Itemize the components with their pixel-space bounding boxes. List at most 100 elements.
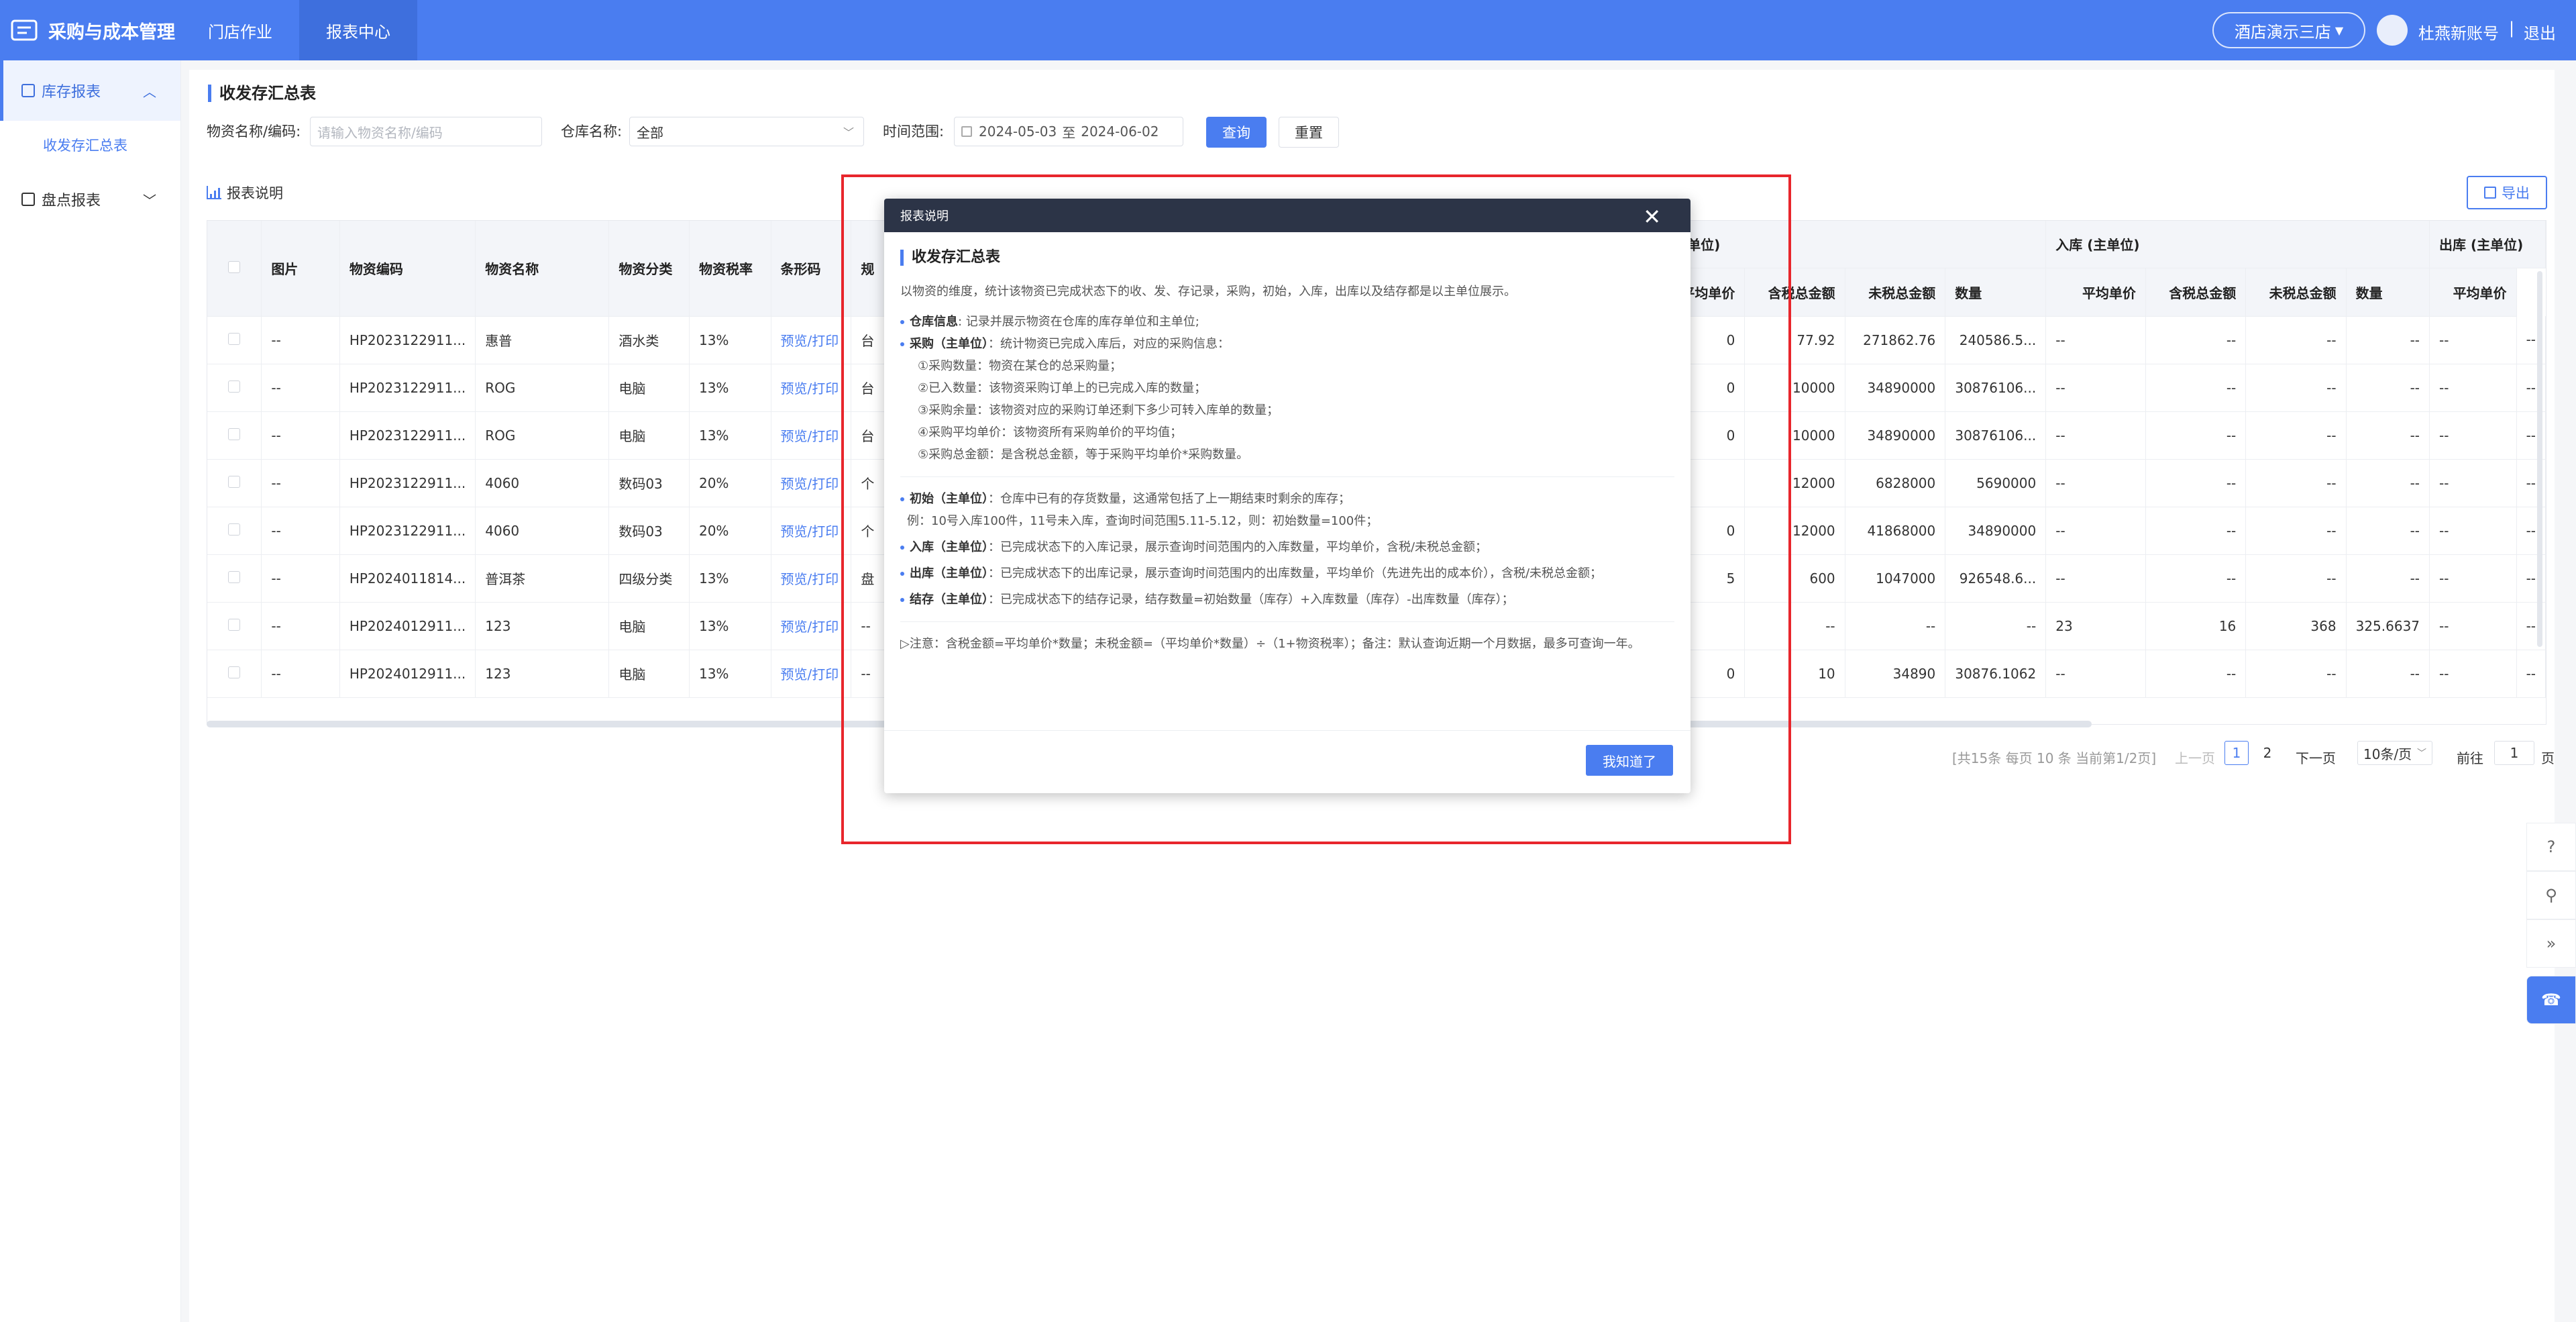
outbound-desc: ：已完成状态下的出库记录，展示查询时间范围内的出库数量，平均单价（先进先出的成本… — [988, 566, 1603, 580]
cell-bar[interactable]: 预览/打印 — [771, 411, 852, 460]
row-checkbox[interactable] — [228, 475, 241, 488]
double-chevron-right-icon[interactable]: » — [2526, 919, 2576, 968]
cell-o-avg: -- — [2516, 650, 2546, 698]
row-select-cell[interactable] — [207, 507, 262, 555]
bullet — [900, 320, 904, 324]
nav-report-center[interactable]: 报表中心 — [299, 0, 417, 60]
cell-bar[interactable]: 预览/打印 — [771, 316, 852, 364]
cell-p-notax: 926548.6... — [1945, 554, 2047, 603]
page-size-select[interactable]: 10条/页 ﹀ — [2357, 741, 2432, 765]
report-icon — [21, 193, 35, 206]
export-button[interactable]: 导出 — [2467, 176, 2547, 209]
sidebar-item-summary[interactable]: 收发存汇总表 — [0, 121, 180, 169]
query-button[interactable]: 查询 — [1206, 117, 1267, 148]
col-header-inbound-notax: 未税总金额 — [2245, 268, 2347, 317]
help-icon[interactable]: ? — [2526, 823, 2576, 871]
store-selector[interactable]: 酒店演示三店 ▼ — [2212, 12, 2365, 48]
purchase-term: 采购（主单位） — [910, 337, 988, 351]
modal-warehouse-line: 仓库信息: 记录并展示物资在仓库的库存单位和主单位; — [900, 311, 1674, 333]
cell-bar[interactable]: 预览/打印 — [771, 602, 852, 650]
vertical-scrollbar[interactable] — [2537, 271, 2542, 647]
col-header-inbound-avg: 平均单价 — [2045, 268, 2146, 317]
row-checkbox[interactable] — [228, 666, 241, 678]
goto-page-input[interactable]: 1 — [2494, 741, 2534, 765]
next-page-button[interactable]: 下一页 — [2296, 748, 2336, 767]
row-checkbox[interactable] — [228, 523, 241, 536]
warehouse-term: 仓库信息 — [910, 315, 958, 329]
cell-bar[interactable]: 预览/打印 — [771, 364, 852, 412]
cell-i-tax: -- — [2245, 411, 2347, 460]
bullet — [900, 598, 904, 602]
chart-icon — [207, 186, 221, 199]
row-checkbox[interactable] — [228, 570, 241, 583]
cell-i-notax: -- — [2346, 316, 2430, 364]
close-icon[interactable]: ✕ — [1643, 204, 1661, 230]
nav-store-ops[interactable]: 门店作业 — [181, 0, 299, 60]
cell-p-notax: -- — [1945, 602, 2047, 650]
row-select-cell[interactable] — [207, 650, 262, 698]
sidebar-group-stocktake-report[interactable]: 盘点报表 ﹀ — [0, 169, 180, 230]
cell-cat: 数码03 — [608, 459, 690, 507]
cell-tax: 13% — [689, 554, 771, 603]
row-select-cell[interactable] — [207, 459, 262, 507]
purchase-desc: ：统计物资已完成入库后，对应的采购信息： — [988, 337, 1230, 351]
cell-i-notax: -- — [2346, 554, 2430, 603]
app-title: 采购与成本管理 — [48, 21, 175, 43]
date-range-picker[interactable]: 2024-05-03 至 2024-06-02 — [954, 117, 1183, 146]
row-checkbox[interactable] — [228, 618, 241, 631]
reset-button[interactable]: 重置 — [1279, 117, 1339, 148]
cell-code: HP2023122911... — [339, 507, 476, 555]
cell-p-notax: 34890000 — [1945, 507, 2047, 555]
sidebar-group-inventory-report[interactable]: 库存报表 ︿ — [0, 60, 180, 121]
material-search-input[interactable]: 请输入物资名称/编码 — [310, 117, 542, 146]
brand[interactable]: 采购与成本管理 — [0, 0, 181, 60]
row-select-cell[interactable] — [207, 364, 262, 412]
modal-initial-line: 初始（主单位）：仓库中已有的存货数量，这通常包括了上一期结束时剩余的库存； — [900, 488, 1674, 510]
col-header-purchase-notax: 未税总金额 — [1845, 268, 1946, 317]
cell-p-notax: 30876106... — [1945, 364, 2047, 412]
cell-i-notax: -- — [2346, 364, 2430, 412]
cell-i-qty: -- — [2045, 411, 2146, 460]
cell-cat: 酒水类 — [608, 316, 690, 364]
warehouse-select[interactable]: 全部 ﹀ — [629, 117, 864, 146]
pagination-summary: [共15条 每页 10 条 当前第1/2页] — [1952, 750, 2157, 766]
row-select-cell[interactable] — [207, 316, 262, 364]
col-header-name: 物资名称 — [475, 221, 610, 317]
col-header-tax: 物资税率 — [689, 221, 771, 317]
avatar[interactable] — [2377, 15, 2408, 46]
cell-o-qty: -- — [2429, 364, 2517, 412]
ok-button[interactable]: 我知道了 — [1586, 745, 1673, 776]
cell-i-avg: 16 — [2145, 602, 2247, 650]
logout-link[interactable]: 退出 — [2524, 20, 2556, 44]
report-desc-link[interactable]: 报表说明 — [207, 183, 283, 203]
user-name[interactable]: 杜燕新账号 — [2418, 20, 2499, 44]
cell-i-qty: -- — [2045, 650, 2146, 698]
cell-bar[interactable]: 预览/打印 — [771, 554, 852, 603]
select-all-checkbox[interactable] — [228, 260, 241, 273]
customer-service-icon[interactable]: ☎ — [2526, 976, 2576, 1024]
cell-name: 123 — [475, 650, 610, 698]
prev-page-button[interactable]: 上一页 — [2175, 748, 2215, 767]
row-checkbox[interactable] — [228, 380, 241, 393]
row-select-cell[interactable] — [207, 602, 262, 650]
row-checkbox[interactable] — [228, 332, 241, 345]
cell-bar[interactable]: 预览/打印 — [771, 650, 852, 698]
cell-bar[interactable]: 预览/打印 — [771, 459, 852, 507]
row-checkbox[interactable] — [228, 427, 241, 440]
cell-i-avg: -- — [2145, 554, 2247, 603]
row-select-cell[interactable] — [207, 554, 262, 603]
cell-bar[interactable]: 预览/打印 — [771, 507, 852, 555]
cell-tax: 20% — [689, 507, 771, 555]
cell-i-avg: -- — [2145, 316, 2247, 364]
link-icon[interactable]: ⚲ — [2526, 871, 2576, 919]
row-select-cell[interactable] — [207, 411, 262, 460]
warehouse-label: 仓库名称: — [561, 123, 623, 140]
cell-tax: 13% — [689, 316, 771, 364]
cell-name: ROG — [475, 411, 610, 460]
page-1-button[interactable]: 1 — [2224, 741, 2249, 765]
page-2-button[interactable]: 2 — [2255, 741, 2279, 765]
chevron-down-icon: ﹀ — [143, 192, 156, 209]
cell-img: -- — [261, 507, 340, 555]
select-all-cell[interactable] — [207, 221, 262, 317]
cell-img: -- — [261, 364, 340, 412]
